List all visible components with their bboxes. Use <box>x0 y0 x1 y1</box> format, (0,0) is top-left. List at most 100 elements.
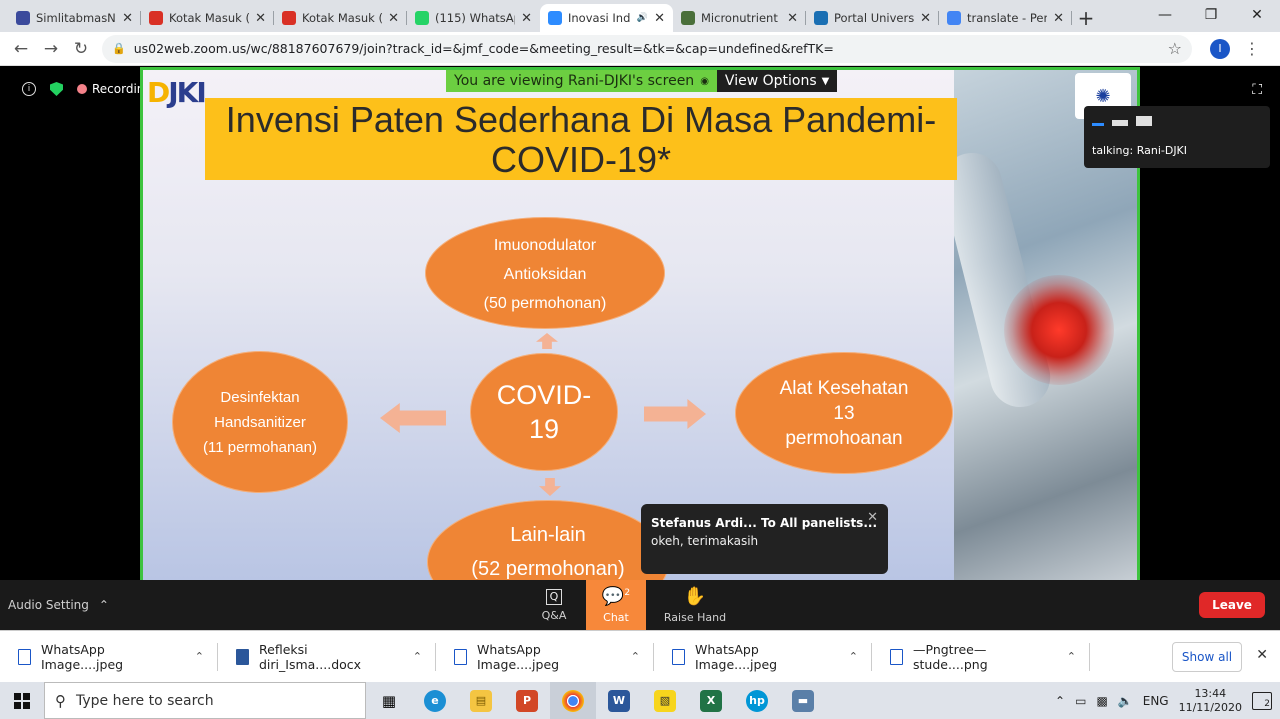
browser-tab-title: Micronutrient <box>701 11 778 25</box>
chevron-up-icon[interactable]: ⌃ <box>195 650 204 663</box>
ellipse-left: Desinfektan Handsanitizer (11 permohanan… <box>172 351 348 493</box>
chevron-up-icon[interactable]: ⌃ <box>1067 650 1076 663</box>
qa-button[interactable]: Q Q&A <box>527 580 581 630</box>
browser-tab-title: (115) WhatsApp <box>435 11 515 25</box>
hand-icon: ✋ <box>683 586 707 607</box>
close-window-icon[interactable]: ✕ <box>1234 0 1280 30</box>
download-item[interactable]: WhatsApp Image....jpeg ⌃ <box>436 631 654 683</box>
windows-logo-icon <box>14 692 30 709</box>
chat-button[interactable]: 💬2 Chat <box>586 580 646 630</box>
close-tab-icon[interactable]: ✕ <box>1053 11 1064 26</box>
chat-notification[interactable]: Stefanus Ardi... To All panelists... oke… <box>641 504 888 574</box>
ellipse-right-line2: 13 <box>833 402 855 424</box>
download-item[interactable]: WhatsApp Image....jpeg ⌃ <box>654 631 872 683</box>
view-options-label: View Options <box>724 73 817 89</box>
download-filename: —Pngtree—stude....png <box>913 641 988 672</box>
viewing-banner-text: You are viewing Rani-DJKI's screen <box>454 73 695 89</box>
browser-tab[interactable]: Kotak Masuk (✕ <box>274 4 407 32</box>
start-button[interactable] <box>0 682 44 719</box>
excel-icon[interactable]: X <box>688 682 734 719</box>
shared-screen-slide: D JKI ✺ Invensi Paten Sederhana Di Masa P… <box>140 67 1140 580</box>
hp-icon[interactable]: hp <box>734 682 780 719</box>
close-tab-icon[interactable]: ✕ <box>388 11 399 26</box>
url-bar[interactable]: 🔒 us02web.zoom.us/wc/88187607679/join?tr… <box>102 34 1192 63</box>
browser-tab[interactable]: (115) WhatsApp ✕ <box>407 4 540 32</box>
raise-hand-button[interactable]: ✋ Raise Hand <box>660 580 730 630</box>
simlitabmas-icon <box>16 11 30 25</box>
network-icon[interactable]: ▩ <box>1096 694 1107 708</box>
chrome-icon[interactable] <box>550 682 596 719</box>
clock[interactable]: 13:44 11/11/2020 <box>1179 687 1242 715</box>
close-tab-icon[interactable]: ✕ <box>122 11 133 26</box>
download-filename: WhatsApp Image....jpeg <box>477 641 560 672</box>
notification-icon[interactable]: 2 <box>1252 691 1272 710</box>
browser-tab-title: Kotak Masuk ( <box>169 11 250 25</box>
download-item[interactable]: WhatsApp Image....jpeg ⌃ <box>0 631 218 683</box>
system-tray: ⌃ ▭ ▩ 🔈 ENG 13:44 11/11/2020 2 <box>1055 682 1280 719</box>
volume-icon[interactable]: 🔈 <box>1118 694 1133 708</box>
restore-icon[interactable]: ❐ <box>1188 0 1234 30</box>
meeting-info-icon[interactable]: i <box>22 82 36 96</box>
browser-tab[interactable]: translate - Pen ✕ <box>939 4 1072 32</box>
audio-setting-button[interactable]: Audio Setting ⌃ <box>8 598 109 612</box>
ellipse-top-line1: Imuonodulator <box>493 236 597 254</box>
chevron-up-icon[interactable]: ⌃ <box>1055 694 1065 708</box>
chevron-up-icon[interactable]: ⌃ <box>849 650 858 663</box>
ellipse-top-line2: Antioksidan <box>503 265 587 283</box>
browser-tab[interactable]: Inovasi Ind 🔊 ✕ <box>540 4 673 32</box>
task-view-icon[interactable]: ▦ <box>366 682 412 719</box>
chevron-up-icon[interactable]: ⌃ <box>413 650 422 663</box>
powerpoint-icon[interactable]: P <box>504 682 550 719</box>
image-file-icon <box>18 648 31 665</box>
chat-bubble-icon: 💬2 <box>601 586 631 607</box>
browser-tab[interactable]: Kotak Masuk ( ✕ <box>141 4 274 32</box>
view-options-button[interactable]: View Options ▼ <box>716 70 838 92</box>
bookmark-star-icon[interactable]: ☆ <box>1168 39 1182 58</box>
whatsapp-icon <box>415 11 429 25</box>
fullscreen-icon[interactable]: ⛶ <box>1252 82 1262 98</box>
security-shield-icon[interactable] <box>50 82 63 96</box>
browser-tab[interactable]: Portal Univers ✕ <box>806 4 939 32</box>
profile-avatar[interactable]: I <box>1210 38 1230 59</box>
speaker-icon[interactable]: 🔊 <box>637 13 648 23</box>
download-item[interactable]: Refleksi diri_Isma....docx ⌃ <box>218 631 436 683</box>
zoom-icon <box>548 11 562 25</box>
recording-dot-icon <box>77 84 87 94</box>
ellipse-left-line3: (11 permohanan) <box>203 438 317 456</box>
chevron-up-icon[interactable]: ⌃ <box>631 650 640 663</box>
leave-button[interactable]: Leave <box>1199 592 1265 618</box>
close-icon[interactable]: ✕ <box>867 510 878 525</box>
download-item[interactable]: —Pngtree—stude....png ⌃ <box>872 631 1090 683</box>
screen: SimlitabmasNG ✕ Kotak Masuk (✕ Kotak Masuk … <box>0 0 1280 719</box>
show-all-button[interactable]: Show all <box>1172 642 1242 672</box>
back-icon[interactable]: ← <box>6 34 36 64</box>
browser-tab-title: Portal Univers <box>834 11 915 25</box>
arrow-right-icon <box>644 399 706 429</box>
forward-icon[interactable]: → <box>36 34 66 64</box>
scanner-icon[interactable]: ▬ <box>780 682 826 719</box>
close-download-shelf-icon[interactable]: ✕ <box>1256 647 1268 663</box>
sticky-notes-icon[interactable]: ▧ <box>642 682 688 719</box>
arrow-left-icon <box>380 403 446 433</box>
minimize-icon[interactable]: — <box>1142 0 1188 30</box>
ellipse-bottom-line1: Lain-lain <box>510 524 586 546</box>
new-tab-button[interactable]: + <box>1072 4 1100 32</box>
notification-count: 2 <box>1264 698 1270 709</box>
browser-tab[interactable]: Micronutrient ✕ <box>673 4 806 32</box>
browser-menu-icon[interactable]: ⋮ <box>1244 39 1260 58</box>
file-explorer-icon[interactable]: ▤ <box>458 682 504 719</box>
browser-tab-title: translate - Pen <box>967 11 1048 25</box>
word-icon[interactable]: W <box>596 682 642 719</box>
language-indicator[interactable]: ENG <box>1143 694 1169 708</box>
close-tab-icon[interactable]: ✕ <box>787 11 798 26</box>
browser-tab[interactable]: SimlitabmasNG ✕ <box>8 4 141 32</box>
close-tab-icon[interactable]: ✕ <box>255 11 266 26</box>
edge-icon[interactable]: e <box>412 682 458 719</box>
reload-icon[interactable]: ↻ <box>66 34 96 64</box>
close-tab-icon[interactable]: ✕ <box>654 11 665 26</box>
address-bar: ← → ↻ 🔒 us02web.zoom.us/wc/88187607679/j… <box>0 32 1280 66</box>
close-tab-icon[interactable]: ✕ <box>920 11 931 26</box>
taskbar-search-box[interactable]: ⚲ Type here to search <box>44 682 366 719</box>
close-tab-icon[interactable]: ✕ <box>521 11 532 26</box>
battery-icon[interactable]: ▭ <box>1075 694 1086 708</box>
